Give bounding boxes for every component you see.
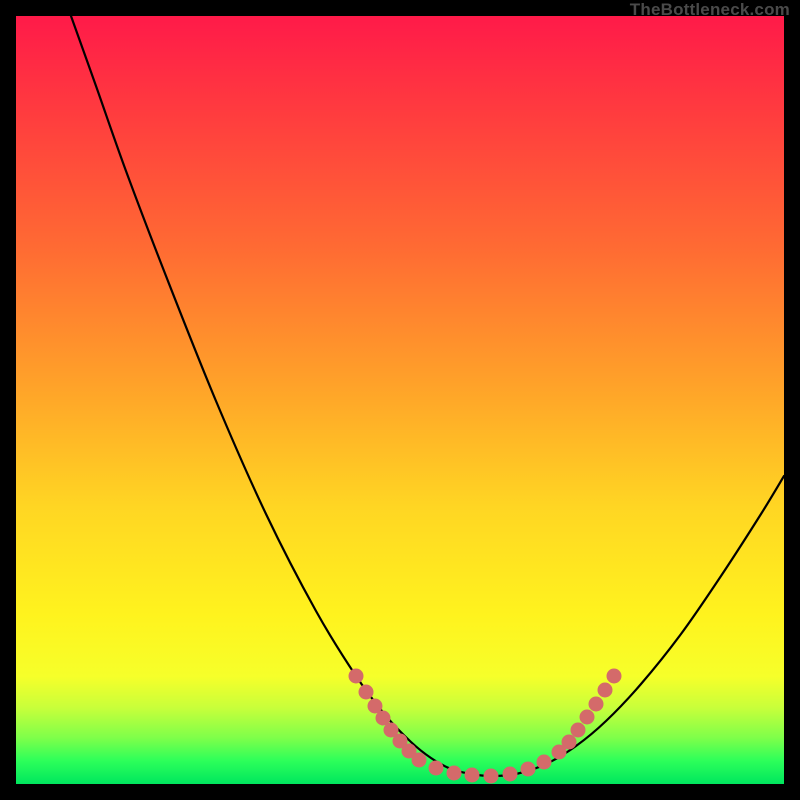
data-dot [607, 669, 622, 684]
data-dot [349, 669, 364, 684]
data-dot [503, 767, 518, 782]
curve-layer [16, 16, 784, 784]
data-dot [598, 683, 613, 698]
data-dot [465, 768, 480, 783]
chart-frame: TheBottleneck.com [16, 16, 784, 784]
data-dot [484, 769, 499, 784]
data-dot [359, 685, 374, 700]
data-dot [521, 762, 536, 777]
bottleneck-curve [71, 16, 784, 776]
data-dot [429, 761, 444, 776]
data-dot [571, 723, 586, 738]
data-dot [412, 753, 427, 768]
data-dot [580, 710, 595, 725]
data-dot [447, 766, 462, 781]
dot-cluster [349, 669, 622, 784]
data-dot [537, 755, 552, 770]
data-dot [589, 697, 604, 712]
data-dot [562, 735, 577, 750]
